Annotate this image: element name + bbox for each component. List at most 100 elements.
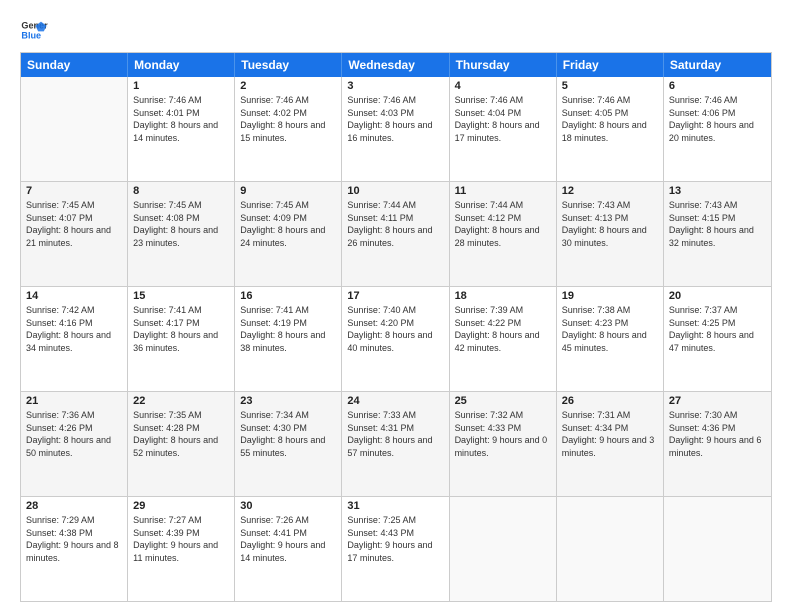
cell-text: Sunrise: 7:44 AM Sunset: 4:12 PM Dayligh… bbox=[455, 199, 551, 249]
header-day-tuesday: Tuesday bbox=[235, 53, 342, 77]
cell-text: Sunrise: 7:41 AM Sunset: 4:17 PM Dayligh… bbox=[133, 304, 229, 354]
cell-text: Sunrise: 7:46 AM Sunset: 4:02 PM Dayligh… bbox=[240, 94, 336, 144]
cal-cell-25: 25 Sunrise: 7:32 AM Sunset: 4:33 PM Dayli… bbox=[450, 392, 557, 496]
page: General Blue SundayMondayTuesdayWednesda… bbox=[0, 0, 792, 612]
cal-cell-31: 31Sunrise: 7:25 AM Sunset: 4:43 PM Dayli… bbox=[342, 497, 449, 601]
cal-cell-17: 17Sunrise: 7:40 AM Sunset: 4:20 PM Dayli… bbox=[342, 287, 449, 391]
day-number: 5 bbox=[562, 80, 658, 92]
cell-text: Sunrise: 7:41 AM Sunset: 4:19 PM Dayligh… bbox=[240, 304, 336, 354]
day-number: 8 bbox=[133, 185, 229, 197]
cal-cell-10: 10 Sunrise: 7:44 AM Sunset: 4:11 PM Dayli… bbox=[342, 182, 449, 286]
cal-cell-8: 8 Sunrise: 7:45 AM Sunset: 4:08 PM Daylig… bbox=[128, 182, 235, 286]
cell-text: Sunrise: 7:45 AM Sunset: 4:08 PM Dayligh… bbox=[133, 199, 229, 249]
day-number: 22 bbox=[133, 395, 229, 407]
day-number: 24 bbox=[347, 395, 443, 407]
cell-text: Sunrise: 7:26 AM Sunset: 4:41 PM Dayligh… bbox=[240, 514, 336, 564]
logo: General Blue bbox=[20, 16, 48, 44]
cal-cell-16: 16 Sunrise: 7:41 AM Sunset: 4:19 PM Dayli… bbox=[235, 287, 342, 391]
cell-text: Sunrise: 7:46 AM Sunset: 4:06 PM Dayligh… bbox=[669, 94, 766, 144]
cell-text: Sunrise: 7:46 AM Sunset: 4:04 PM Dayligh… bbox=[455, 94, 551, 144]
day-number: 21 bbox=[26, 395, 122, 407]
cal-cell-2: 2 Sunrise: 7:46 AM Sunset: 4:02 PM Daylig… bbox=[235, 77, 342, 181]
cal-cell-1: 1Sunrise: 7:46 AM Sunset: 4:01 PM Daylig… bbox=[128, 77, 235, 181]
cal-cell-13: 13 Sunrise: 7:43 AM Sunset: 4:15 PM Dayli… bbox=[664, 182, 771, 286]
cell-text: Sunrise: 7:45 AM Sunset: 4:09 PM Dayligh… bbox=[240, 199, 336, 249]
calendar-row-3: 21 Sunrise: 7:36 AM Sunset: 4:26 PM Dayli… bbox=[21, 392, 771, 497]
day-number: 20 bbox=[669, 290, 766, 302]
calendar-row-4: 28Sunrise: 7:29 AM Sunset: 4:38 PM Dayli… bbox=[21, 497, 771, 601]
day-number: 16 bbox=[240, 290, 336, 302]
cell-text: Sunrise: 7:46 AM Sunset: 4:05 PM Dayligh… bbox=[562, 94, 658, 144]
day-number: 25 bbox=[455, 395, 551, 407]
day-number: 6 bbox=[669, 80, 766, 92]
header-day-monday: Monday bbox=[128, 53, 235, 77]
calendar: SundayMondayTuesdayWednesdayThursdayFrid… bbox=[20, 52, 772, 602]
day-number: 9 bbox=[240, 185, 336, 197]
cal-cell-3: 3Sunrise: 7:46 AM Sunset: 4:03 PM Daylig… bbox=[342, 77, 449, 181]
cell-text: Sunrise: 7:32 AM Sunset: 4:33 PM Dayligh… bbox=[455, 409, 551, 459]
cal-cell-20: 20Sunrise: 7:37 AM Sunset: 4:25 PM Dayli… bbox=[664, 287, 771, 391]
calendar-header: SundayMondayTuesdayWednesdayThursdayFrid… bbox=[21, 53, 771, 77]
calendar-row-0: 1Sunrise: 7:46 AM Sunset: 4:01 PM Daylig… bbox=[21, 77, 771, 182]
cell-text: Sunrise: 7:33 AM Sunset: 4:31 PM Dayligh… bbox=[347, 409, 443, 459]
day-number: 4 bbox=[455, 80, 551, 92]
cell-text: Sunrise: 7:46 AM Sunset: 4:01 PM Dayligh… bbox=[133, 94, 229, 144]
day-number: 31 bbox=[347, 500, 443, 512]
cal-cell-26: 26 Sunrise: 7:31 AM Sunset: 4:34 PM Dayli… bbox=[557, 392, 664, 496]
cell-text: Sunrise: 7:36 AM Sunset: 4:26 PM Dayligh… bbox=[26, 409, 122, 459]
cell-text: Sunrise: 7:35 AM Sunset: 4:28 PM Dayligh… bbox=[133, 409, 229, 459]
cell-text: Sunrise: 7:31 AM Sunset: 4:34 PM Dayligh… bbox=[562, 409, 658, 459]
calendar-body: 1Sunrise: 7:46 AM Sunset: 4:01 PM Daylig… bbox=[21, 77, 771, 601]
day-number: 26 bbox=[562, 395, 658, 407]
cal-cell-empty-5 bbox=[557, 497, 664, 601]
day-number: 17 bbox=[347, 290, 443, 302]
cell-text: Sunrise: 7:34 AM Sunset: 4:30 PM Dayligh… bbox=[240, 409, 336, 459]
cell-text: Sunrise: 7:39 AM Sunset: 4:22 PM Dayligh… bbox=[455, 304, 551, 354]
cal-cell-7: 7 Sunrise: 7:45 AM Sunset: 4:07 PM Daylig… bbox=[21, 182, 128, 286]
cal-cell-24: 24 Sunrise: 7:33 AM Sunset: 4:31 PM Dayli… bbox=[342, 392, 449, 496]
day-number: 2 bbox=[240, 80, 336, 92]
cell-text: Sunrise: 7:46 AM Sunset: 4:03 PM Dayligh… bbox=[347, 94, 443, 144]
cal-cell-9: 9 Sunrise: 7:45 AM Sunset: 4:09 PM Daylig… bbox=[235, 182, 342, 286]
cell-text: Sunrise: 7:44 AM Sunset: 4:11 PM Dayligh… bbox=[347, 199, 443, 249]
day-number: 10 bbox=[347, 185, 443, 197]
header-day-saturday: Saturday bbox=[664, 53, 771, 77]
cal-cell-18: 18Sunrise: 7:39 AM Sunset: 4:22 PM Dayli… bbox=[450, 287, 557, 391]
cell-text: Sunrise: 7:30 AM Sunset: 4:36 PM Dayligh… bbox=[669, 409, 766, 459]
day-number: 11 bbox=[455, 185, 551, 197]
day-number: 28 bbox=[26, 500, 122, 512]
header-day-thursday: Thursday bbox=[450, 53, 557, 77]
cal-cell-4: 4 Sunrise: 7:46 AM Sunset: 4:04 PM Daylig… bbox=[450, 77, 557, 181]
cal-cell-empty-4 bbox=[450, 497, 557, 601]
header-day-sunday: Sunday bbox=[21, 53, 128, 77]
cal-cell-6: 6 Sunrise: 7:46 AM Sunset: 4:06 PM Daylig… bbox=[664, 77, 771, 181]
cell-text: Sunrise: 7:45 AM Sunset: 4:07 PM Dayligh… bbox=[26, 199, 122, 249]
cell-text: Sunrise: 7:27 AM Sunset: 4:39 PM Dayligh… bbox=[133, 514, 229, 564]
day-number: 13 bbox=[669, 185, 766, 197]
header-day-wednesday: Wednesday bbox=[342, 53, 449, 77]
cell-text: Sunrise: 7:43 AM Sunset: 4:13 PM Dayligh… bbox=[562, 199, 658, 249]
calendar-row-2: 14 Sunrise: 7:42 AM Sunset: 4:16 PM Dayli… bbox=[21, 287, 771, 392]
cal-cell-12: 12Sunrise: 7:43 AM Sunset: 4:13 PM Dayli… bbox=[557, 182, 664, 286]
cal-cell-11: 11 Sunrise: 7:44 AM Sunset: 4:12 PM Dayli… bbox=[450, 182, 557, 286]
cal-cell-29: 29 Sunrise: 7:27 AM Sunset: 4:39 PM Dayli… bbox=[128, 497, 235, 601]
day-number: 29 bbox=[133, 500, 229, 512]
cell-text: Sunrise: 7:43 AM Sunset: 4:15 PM Dayligh… bbox=[669, 199, 766, 249]
cell-text: Sunrise: 7:42 AM Sunset: 4:16 PM Dayligh… bbox=[26, 304, 122, 354]
cal-cell-28: 28Sunrise: 7:29 AM Sunset: 4:38 PM Dayli… bbox=[21, 497, 128, 601]
header-day-friday: Friday bbox=[557, 53, 664, 77]
day-number: 14 bbox=[26, 290, 122, 302]
cal-cell-30: 30 Sunrise: 7:26 AM Sunset: 4:41 PM Dayli… bbox=[235, 497, 342, 601]
day-number: 30 bbox=[240, 500, 336, 512]
svg-text:Blue: Blue bbox=[21, 30, 41, 40]
calendar-row-1: 7 Sunrise: 7:45 AM Sunset: 4:07 PM Daylig… bbox=[21, 182, 771, 287]
day-number: 19 bbox=[562, 290, 658, 302]
day-number: 23 bbox=[240, 395, 336, 407]
day-number: 15 bbox=[133, 290, 229, 302]
cal-cell-14: 14 Sunrise: 7:42 AM Sunset: 4:16 PM Dayli… bbox=[21, 287, 128, 391]
cal-cell-5: 5 Sunrise: 7:46 AM Sunset: 4:05 PM Daylig… bbox=[557, 77, 664, 181]
cal-cell-22: 22 Sunrise: 7:35 AM Sunset: 4:28 PM Dayli… bbox=[128, 392, 235, 496]
cal-cell-15: 15 Sunrise: 7:41 AM Sunset: 4:17 PM Dayli… bbox=[128, 287, 235, 391]
cell-text: Sunrise: 7:38 AM Sunset: 4:23 PM Dayligh… bbox=[562, 304, 658, 354]
day-number: 7 bbox=[26, 185, 122, 197]
